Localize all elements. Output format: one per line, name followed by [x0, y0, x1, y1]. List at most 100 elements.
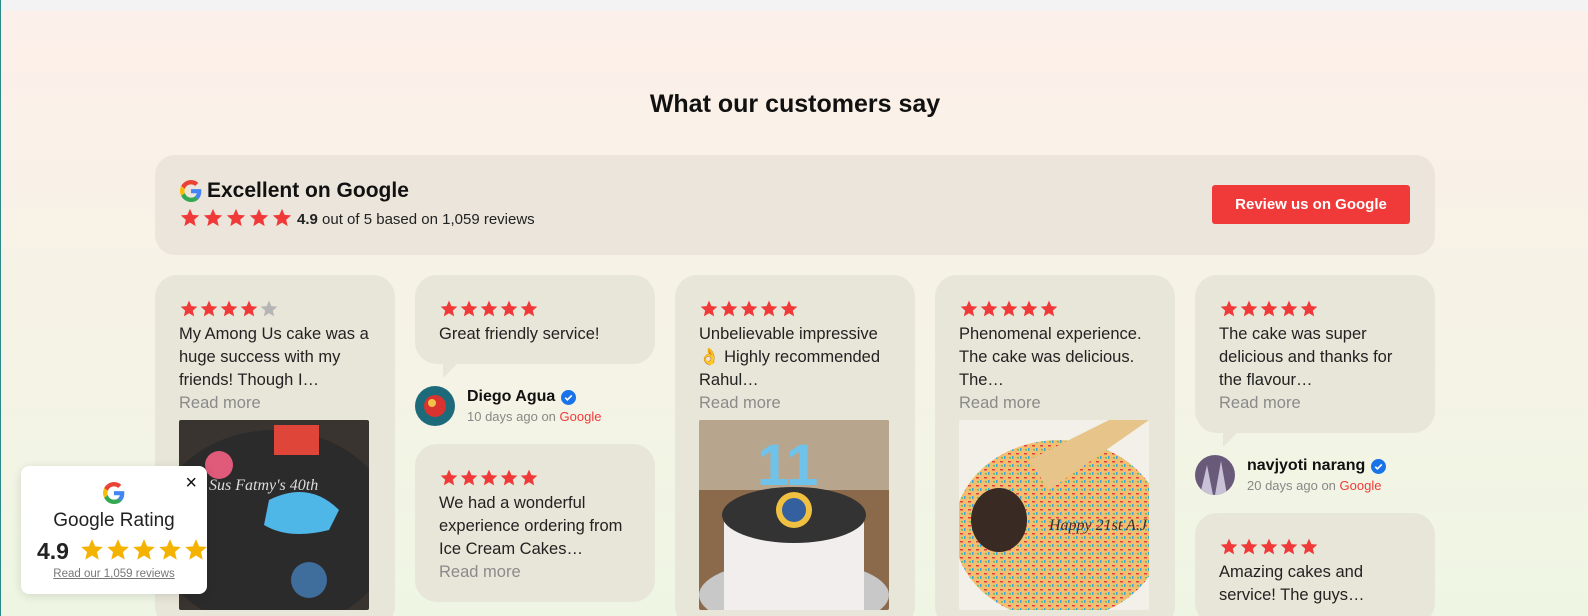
read-more-link[interactable]: Read more: [699, 392, 891, 415]
author-name: Diego Agua: [467, 388, 556, 405]
star-icon: [1020, 300, 1038, 317]
star-icon: [440, 469, 458, 486]
review-photo[interactable]: Happy 21st A.J: [959, 420, 1149, 610]
review-stars: [439, 299, 631, 319]
star-icon: [133, 539, 155, 560]
review-text: My Among Us cake was a huge success with…: [179, 325, 369, 389]
badge-stars: [79, 537, 209, 563]
star-icon: [1260, 538, 1278, 555]
review-text: Great friendly service!: [439, 325, 600, 343]
review-source[interactable]: Google: [560, 409, 602, 424]
google-logo-icon: [103, 482, 125, 504]
star-icon: [780, 300, 798, 317]
review-column-4: Phenomenal experience. The cake was deli…: [935, 275, 1175, 616]
read-more-link[interactable]: Read more: [1219, 392, 1411, 415]
review-on: on: [1317, 478, 1340, 493]
review-card[interactable]: We had a wonderful experience ordering f…: [415, 444, 655, 602]
review-text: Phenomenal experience. The cake was deli…: [959, 325, 1142, 389]
star-icon: [480, 300, 498, 317]
google-summary-bar: Excellent on Google 4.9 out of 5 based o…: [155, 155, 1435, 255]
star-icon: [500, 469, 518, 486]
review-stars: [1219, 299, 1411, 319]
star-icon: [480, 469, 498, 486]
review-on: on: [537, 409, 560, 424]
review-stars: [179, 299, 371, 319]
star-icon: [700, 300, 718, 317]
review-photo[interactable]: Sus Fatmy's 40th: [179, 420, 369, 610]
review-photo[interactable]: 11: [699, 420, 889, 610]
star-icon: [1000, 300, 1018, 317]
star-icon: [180, 300, 198, 317]
star-icon: [960, 300, 978, 317]
star-icon: [1260, 300, 1278, 317]
cake-writing: Sus Fatmy's 40th: [209, 477, 318, 494]
review-source[interactable]: Google: [1340, 478, 1382, 493]
author-name: navjyoti narang: [1247, 457, 1366, 474]
badge-score: 4.9: [37, 538, 69, 564]
star-icon: [272, 208, 292, 227]
star-icon: [180, 208, 200, 227]
football-cake-image: 11: [699, 420, 889, 610]
star-icon: [81, 539, 103, 560]
star-icon: [220, 300, 238, 317]
among-us-cake-image: Sus Fatmy's 40th: [179, 420, 369, 610]
star-icon: [760, 300, 778, 317]
star-icon: [1240, 300, 1258, 317]
review-author: Diego Agua 10 days ago on Google: [415, 386, 655, 426]
read-more-link[interactable]: Read more: [959, 392, 1151, 415]
close-icon[interactable]: ×: [185, 472, 197, 495]
review-column-2: Great friendly service! Diego Agua 10 da…: [415, 275, 655, 602]
star-icon: [1300, 300, 1318, 317]
summary-score: 4.9: [297, 211, 318, 228]
summary-rating-text: 4.9 out of 5 based on 1,059 reviews: [297, 211, 535, 228]
review-card[interactable]: Unbelievable impressive 👌 Highly recomme…: [675, 275, 915, 616]
google-rating-badge[interactable]: × Google Rating 4.9 Read our 1,059 revie…: [21, 466, 207, 594]
star-icon: [1220, 300, 1238, 317]
star-icon: [185, 539, 207, 560]
review-author: navjyoti narang 20 days ago on Google: [1195, 455, 1435, 495]
star-icon: [720, 300, 738, 317]
star-icon: [1280, 300, 1298, 317]
read-reviews-link[interactable]: Read our 1,059 reviews: [21, 568, 207, 580]
review-text: Amazing cakes and service! The guys…: [1219, 563, 1365, 604]
star-icon: [107, 539, 129, 560]
star-icon: [200, 300, 218, 317]
review-card[interactable]: Amazing cakes and service! The guys…: [1195, 513, 1435, 616]
review-column-3: Unbelievable impressive 👌 Highly recomme…: [675, 275, 915, 616]
top-strip: [1, 0, 1588, 11]
review-us-button[interactable]: Review us on Google: [1212, 185, 1410, 224]
star-icon: [249, 208, 269, 227]
sprinkle-cake-image: Happy 21st A.J: [959, 420, 1149, 610]
review-time: 10 days ago: [467, 409, 538, 424]
star-icon: [260, 300, 278, 317]
review-card[interactable]: Phenomenal experience. The cake was deli…: [935, 275, 1175, 616]
star-icon: [740, 300, 758, 317]
section-heading: What our customers say: [649, 90, 941, 118]
review-card[interactable]: Great friendly service!: [415, 275, 655, 378]
avatar: [415, 386, 455, 426]
cake-writing: Happy 21st A.J: [1048, 517, 1148, 534]
star-icon: [240, 300, 258, 317]
review-stars: [699, 299, 891, 319]
review-stars: [959, 299, 1151, 319]
review-time: 20 days ago: [1247, 478, 1318, 493]
star-icon: [1280, 538, 1298, 555]
summary-stars: [179, 207, 293, 229]
review-text: Unbelievable impressive 👌 Highly recomme…: [699, 325, 881, 389]
review-text: We had a wonderful experience ordering f…: [439, 494, 623, 558]
star-icon: [159, 539, 181, 560]
star-icon: [1040, 300, 1058, 317]
star-icon: [203, 208, 223, 227]
star-icon: [1220, 538, 1238, 555]
review-card[interactable]: The cake was super delicious and thanks …: [1195, 275, 1435, 447]
read-more-link[interactable]: Read more: [179, 392, 371, 415]
review-stars: [1219, 537, 1411, 557]
star-icon: [500, 300, 518, 317]
star-icon: [460, 469, 478, 486]
review-text: The cake was super delicious and thanks …: [1219, 325, 1393, 389]
read-more-link[interactable]: Read more: [439, 561, 631, 584]
google-logo-icon: [180, 180, 202, 202]
verified-icon: [561, 389, 577, 405]
star-icon: [440, 300, 458, 317]
star-icon: [980, 300, 998, 317]
